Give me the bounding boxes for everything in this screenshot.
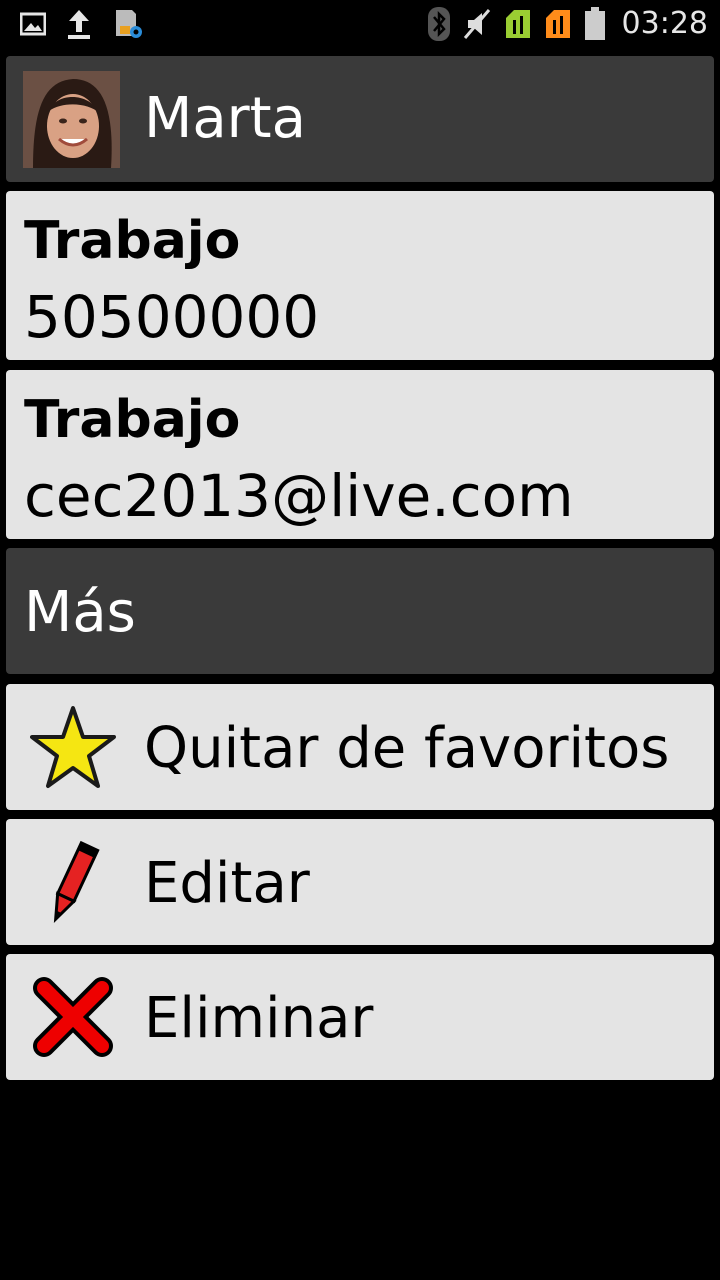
more-section-header: Más xyxy=(6,548,714,674)
image-icon xyxy=(20,12,46,36)
more-label: Más xyxy=(24,580,136,645)
pencil-icon xyxy=(53,840,100,924)
remove-favorite-label: Quitar de favoritos xyxy=(144,716,670,781)
detail-label: Trabajo xyxy=(24,390,241,450)
delete-x-icon xyxy=(33,977,113,1057)
status-time: 03:28 xyxy=(621,6,708,41)
contact-header: Marta xyxy=(6,56,714,182)
edit-label: Editar xyxy=(144,851,310,916)
mute-icon xyxy=(463,8,490,39)
remove-favorite-button[interactable]: Quitar de favoritos xyxy=(6,684,714,810)
phone-number: 50500000 xyxy=(24,283,320,351)
delete-button[interactable]: Eliminar xyxy=(6,954,714,1080)
edit-button[interactable]: Editar xyxy=(6,819,714,945)
avatar xyxy=(23,71,120,168)
sd-card-settings-icon xyxy=(116,10,142,38)
status-bar: 03:28 xyxy=(0,0,720,50)
signal-sim2-icon xyxy=(545,9,570,38)
detail-email[interactable]: Trabajo cec2013@live.com xyxy=(6,370,714,539)
detail-phone[interactable]: Trabajo 50500000 xyxy=(6,191,714,360)
battery-icon xyxy=(584,6,605,40)
star-icon xyxy=(30,706,116,788)
detail-label: Trabajo xyxy=(24,211,241,271)
signal-sim1-icon xyxy=(505,9,530,38)
upload-icon xyxy=(68,10,90,39)
contact-name: Marta xyxy=(144,86,306,151)
bluetooth-icon xyxy=(427,6,450,41)
email-address: cec2013@live.com xyxy=(24,462,574,530)
delete-label: Eliminar xyxy=(144,986,374,1051)
